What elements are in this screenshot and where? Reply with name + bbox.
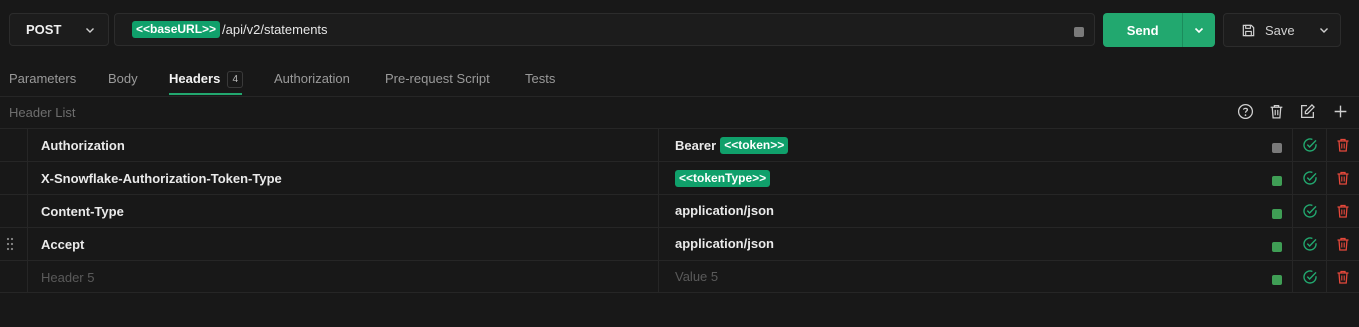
confirm-row-button[interactable]	[1293, 228, 1327, 260]
header-value-text: Bearer	[675, 138, 717, 153]
send-options-button[interactable]	[1182, 13, 1215, 47]
header-key-field[interactable]: X-Snowflake-Authorization-Token-Type	[27, 162, 659, 194]
header-value-field[interactable]: Bearer <<token>>	[659, 129, 1293, 161]
send-label: Send	[1126, 22, 1159, 38]
header-row-new: Header 5 Value 5	[0, 260, 1359, 293]
header-key-field[interactable]: Accept	[27, 228, 659, 260]
tab-body[interactable]: Body	[108, 71, 138, 86]
enable-checkbox[interactable]	[1272, 242, 1282, 252]
edit-icon[interactable]	[1299, 103, 1316, 120]
tab-authorization[interactable]: Authorization	[274, 71, 350, 86]
tab-pre-request-script[interactable]: Pre-request Script	[385, 71, 490, 86]
send-button[interactable]: Send	[1103, 13, 1215, 47]
headers-count-badge: 4	[227, 71, 244, 88]
enable-checkbox[interactable]	[1272, 176, 1282, 186]
request-tabs: Parameters Body Headers 4 Authorization P…	[0, 60, 1359, 97]
header-key: Accept	[41, 237, 85, 252]
header-key: Content-Type	[41, 204, 124, 219]
tab-parameters[interactable]: Parameters	[9, 71, 76, 86]
method-label: POST	[26, 22, 62, 37]
trash-icon[interactable]	[1268, 103, 1285, 120]
header-row: Authorization Bearer <<token>>	[0, 128, 1359, 161]
drag-cell	[0, 195, 28, 227]
chevron-down-icon	[1195, 27, 1204, 34]
confirm-row-button[interactable]	[1293, 261, 1327, 292]
active-tab-indicator	[169, 93, 242, 95]
check-circle-icon	[1302, 171, 1317, 185]
request-bar: POST <<baseURL>> /api/v2/statements Send…	[0, 0, 1359, 60]
drag-cell	[0, 228, 28, 260]
header-key-field[interactable]: Header 5	[27, 261, 659, 292]
delete-row-button[interactable]	[1327, 261, 1359, 292]
check-circle-icon	[1302, 269, 1317, 284]
header-value-field[interactable]: <<tokenType>>	[659, 162, 1293, 194]
header-row: Accept application/json	[0, 227, 1359, 260]
drag-handle-icon[interactable]	[6, 237, 14, 251]
header-row: Content-Type application/json	[0, 194, 1359, 227]
drag-cell	[0, 129, 28, 161]
tab-tests[interactable]: Tests	[525, 71, 555, 86]
header-value: <<tokenType>>	[675, 170, 771, 187]
confirm-row-button[interactable]	[1293, 129, 1327, 161]
header-table: Authorization Bearer <<token>> X-Snowfla…	[0, 128, 1359, 293]
header-key: X-Snowflake-Authorization-Token-Type	[41, 171, 282, 186]
delete-row-button[interactable]	[1327, 228, 1359, 260]
value-variable-chip[interactable]: <<tokenType>>	[675, 170, 771, 187]
url-variable-chip[interactable]: <<baseURL>>	[132, 21, 221, 38]
trash-icon	[1337, 270, 1349, 284]
delete-row-button[interactable]	[1327, 162, 1359, 194]
confirm-row-button[interactable]	[1293, 195, 1327, 227]
help-circle-icon[interactable]	[1237, 103, 1254, 120]
chevron-down-icon[interactable]	[1318, 24, 1330, 36]
check-circle-icon	[1302, 204, 1317, 218]
url-status-indicator	[1074, 27, 1084, 37]
check-circle-icon	[1302, 138, 1317, 152]
trash-icon	[1337, 237, 1349, 251]
save-button[interactable]: Save	[1223, 13, 1341, 47]
header-key-field[interactable]: Authorization	[27, 129, 659, 161]
header-list-title: Header List	[9, 105, 76, 120]
header-value-field[interactable]: application/json	[659, 228, 1293, 260]
save-label: Save	[1265, 22, 1295, 38]
check-circle-icon	[1302, 237, 1317, 251]
url-input[interactable]: <<baseURL>> /api/v2/statements	[114, 13, 1095, 46]
value-variable-chip[interactable]: <<token>>	[720, 137, 789, 154]
drag-cell	[0, 162, 28, 194]
header-value-field[interactable]: Value 5	[659, 261, 1293, 292]
tab-headers[interactable]: Headers 4	[169, 71, 244, 88]
header-key: Authorization	[41, 138, 125, 153]
delete-row-button[interactable]	[1327, 195, 1359, 227]
header-key-field[interactable]: Content-Type	[27, 195, 659, 227]
header-value: application/json	[675, 203, 774, 218]
trash-icon	[1337, 204, 1349, 218]
plus-icon[interactable]	[1332, 103, 1349, 120]
tab-headers-label: Headers	[169, 71, 221, 86]
header-value: Bearer <<token>>	[675, 137, 789, 154]
delete-row-button[interactable]	[1327, 129, 1359, 161]
confirm-row-button[interactable]	[1293, 162, 1327, 194]
chevron-down-icon	[86, 27, 94, 33]
save-icon	[1242, 24, 1255, 36]
trash-icon	[1337, 171, 1349, 185]
header-key-placeholder: Header 5	[41, 270, 95, 285]
trash-icon	[1337, 138, 1349, 152]
header-value: application/json	[675, 236, 774, 251]
enable-checkbox[interactable]	[1272, 209, 1282, 219]
method-select[interactable]: POST	[9, 13, 109, 46]
url-path: /api/v2/statements	[222, 22, 328, 37]
header-list-toolbar: Header List	[0, 96, 1359, 128]
enable-checkbox[interactable]	[1272, 275, 1282, 285]
header-value-field[interactable]: application/json	[659, 195, 1293, 227]
enable-checkbox[interactable]	[1272, 143, 1282, 153]
header-value-placeholder: Value 5	[675, 269, 719, 284]
header-row: X-Snowflake-Authorization-Token-Type <<t…	[0, 161, 1359, 194]
drag-cell	[0, 261, 28, 292]
